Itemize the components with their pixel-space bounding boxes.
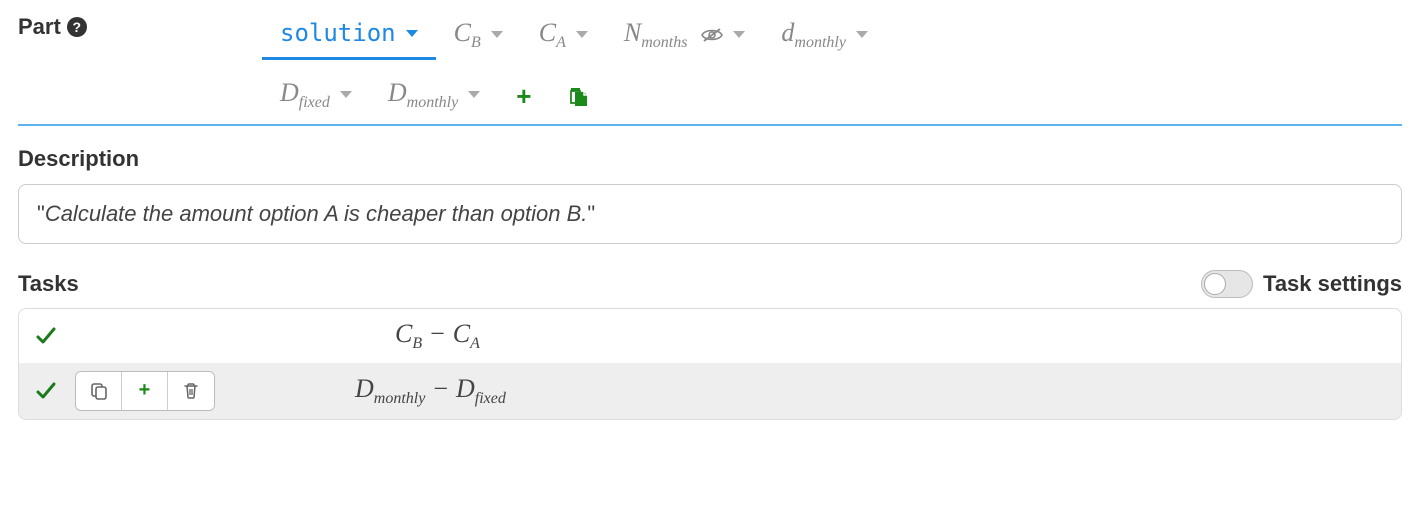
chevron-down-icon <box>733 31 745 38</box>
tasks-list: CB−CA + <box>18 308 1402 420</box>
trash-icon <box>182 382 200 400</box>
tab-d-fixed[interactable]: Dfixed <box>262 72 370 122</box>
plus-icon: + <box>139 379 151 402</box>
tab-math-label: Dfixed <box>280 78 330 112</box>
tasks-heading: Tasks <box>18 271 79 297</box>
quote-close: " <box>587 201 595 226</box>
chevron-down-icon <box>468 91 480 98</box>
description-field[interactable]: "Calculate the amount option A is cheape… <box>18 184 1402 244</box>
header-divider <box>18 124 1402 126</box>
task-row[interactable]: + Dmonthly−Dfixed <box>19 363 1401 419</box>
tab-row-1: solution CB CA Nmonths <box>258 12 1402 62</box>
tab-math-label: dmonthly <box>781 18 846 52</box>
tab-solution[interactable]: solution <box>262 13 436 60</box>
task-actions: + <box>75 371 215 411</box>
task-settings-group: Task settings <box>1201 270 1402 298</box>
chevron-down-icon <box>576 31 588 38</box>
part-label: Part ? <box>18 12 258 40</box>
tab-math-label: Nmonths <box>624 18 688 52</box>
duplicate-tab-button[interactable] <box>549 79 609 115</box>
description-heading: Description <box>18 146 1402 172</box>
chevron-down-icon <box>406 30 418 37</box>
task-row[interactable]: CB−CA <box>19 309 1401 363</box>
delete-task-button[interactable] <box>168 372 214 410</box>
check-icon <box>35 380 75 402</box>
duplicate-task-button[interactable] <box>76 372 122 410</box>
tab-row-2: Dfixed Dmonthly + <box>258 72 1402 122</box>
tab-c-a[interactable]: CA <box>521 12 606 62</box>
tab-d-monthly-lower[interactable]: dmonthly <box>763 12 886 62</box>
add-task-button[interactable]: + <box>122 372 168 410</box>
chevron-down-icon <box>856 31 868 38</box>
chevron-down-icon <box>340 91 352 98</box>
tab-math-label: CB <box>454 18 481 52</box>
add-tab-button[interactable]: + <box>498 75 549 118</box>
toggle-knob <box>1204 273 1226 295</box>
chevron-down-icon <box>491 31 503 38</box>
tab-math-label: CA <box>539 18 566 52</box>
tab-d-monthly-upper[interactable]: Dmonthly <box>370 72 498 122</box>
tab-math-label: Dmonthly <box>388 78 458 112</box>
eye-slash-icon <box>701 27 723 43</box>
check-icon <box>35 325 75 347</box>
task-expression: Dmonthly−Dfixed <box>355 374 506 403</box>
plus-icon: + <box>516 81 531 112</box>
tab-c-b[interactable]: CB <box>436 12 521 62</box>
description-text: Calculate the amount option A is cheaper… <box>45 201 588 226</box>
copy-file-icon <box>567 85 591 109</box>
help-icon[interactable]: ? <box>67 17 87 37</box>
task-settings-label: Task settings <box>1263 271 1402 297</box>
copy-icon <box>90 382 108 400</box>
quote-open: " <box>37 201 45 226</box>
tab-label: solution <box>280 19 396 47</box>
tab-n-months[interactable]: Nmonths <box>606 12 764 62</box>
part-label-text: Part <box>18 14 61 40</box>
task-expression: CB−CA <box>395 319 480 348</box>
task-settings-toggle[interactable] <box>1201 270 1253 298</box>
